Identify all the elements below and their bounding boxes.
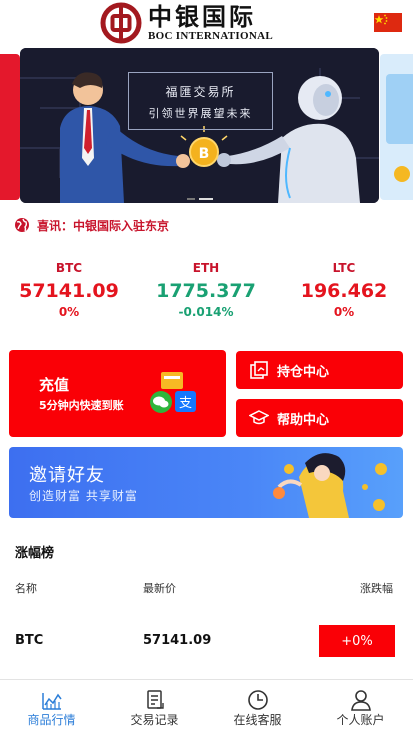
tab-support[interactable]: 在线客服: [206, 680, 309, 737]
bottom-tab-bar: 商品行情 交易记录 在线客服 个人账户: [0, 679, 413, 737]
tab-records[interactable]: 交易记录: [103, 680, 206, 737]
notice-label: 喜讯：: [37, 218, 74, 233]
tab-account[interactable]: 个人账户: [309, 680, 412, 737]
ticker-price: 196.462: [300, 280, 388, 302]
ticker-ltc[interactable]: LTC 196.462 0%: [275, 258, 413, 320]
column-latest-price: 最新价: [143, 582, 176, 595]
card-icon: [161, 372, 183, 389]
ticker-change: 0%: [333, 305, 355, 319]
tab-label: 个人账户: [336, 713, 385, 727]
boc-logo-mark-icon: [100, 2, 142, 44]
payment-methods-icon: 支: [150, 372, 196, 413]
svg-text:支: 支: [179, 396, 192, 411]
globe-icon: [15, 218, 29, 232]
column-name: 名称: [15, 582, 37, 595]
clock-icon: [248, 690, 268, 710]
banner-carousel[interactable]: B 福匯交易所 引领世界展望未来: [0, 46, 413, 208]
wechat-pay-icon: [150, 391, 172, 413]
logo-chinese-name: 中银国际: [148, 2, 256, 31]
tab-label: 交易记录: [130, 713, 179, 727]
logo-english-name: BOC INTERNATIONAL: [148, 30, 273, 42]
chart-icon: [42, 693, 62, 710]
help-center-button[interactable]: 帮助中心: [236, 399, 403, 437]
position-icon: [250, 361, 268, 379]
ticker-symbol: LTC: [332, 261, 356, 275]
position-center-label: 持仓中心: [277, 364, 330, 380]
news-notice[interactable]: 喜讯： 中银国际入驻东京: [14, 216, 169, 234]
invite-title: 邀请好友: [29, 465, 105, 486]
recharge-title: 充值: [39, 376, 70, 394]
ticker-btc[interactable]: BTC 57141.09 0%: [0, 258, 138, 320]
banner-tagline: 引领世界展望未来: [148, 107, 253, 120]
ticker-price: 1775.377: [156, 280, 256, 302]
tab-label: 在线客服: [233, 713, 282, 727]
prev-slide-peek: [0, 54, 20, 200]
china-flag-icon[interactable]: [374, 13, 402, 32]
row-change-badge[interactable]: +0%: [319, 625, 395, 657]
notice-text: 中银国际入驻东京: [73, 218, 170, 233]
svg-text:B: B: [199, 146, 210, 162]
app-header: 中银国际 BOC INTERNATIONAL: [0, 0, 413, 46]
ticker-eth[interactable]: ETH 1775.377 -0.014%: [137, 258, 275, 320]
banner-slide[interactable]: B 福匯交易所 引领世界展望未来: [20, 48, 379, 203]
user-icon: [351, 690, 371, 711]
carousel-dot-active[interactable]: [198, 198, 213, 200]
table-row[interactable]: BTC 57141.09 +0%: [0, 624, 413, 658]
alipay-icon: 支: [175, 391, 196, 412]
position-center-button[interactable]: 持仓中心: [236, 351, 403, 389]
price-tickers: BTC 57141.09 0% ETH 1775.377 -0.014% LTC…: [0, 258, 413, 328]
ranking-table-header: 名称 最新价 涨跌幅: [0, 580, 413, 598]
tab-market[interactable]: 商品行情: [0, 680, 103, 737]
ticker-change: -0.014%: [178, 305, 234, 319]
invite-friends-banner[interactable]: 邀请好友 创造财富 共享财富: [9, 447, 403, 518]
banner-slogan-box: 福匯交易所 引领世界展望未来: [128, 72, 273, 130]
document-icon: [147, 690, 164, 709]
recharge-button[interactable]: 充值 5分钟内快速到账 支: [9, 350, 226, 437]
boc-logo[interactable]: 中银国际 BOC INTERNATIONAL: [100, 2, 282, 44]
carousel-dots: [20, 198, 379, 200]
row-price: 57141.09: [143, 633, 212, 648]
graduation-cap-icon: [249, 410, 269, 425]
help-center-label: 帮助中心: [277, 412, 330, 428]
next-slide-peek: [380, 54, 413, 200]
ticker-symbol: ETH: [192, 261, 220, 275]
banner-headline: 福匯交易所: [165, 85, 236, 99]
ticker-change: 0%: [58, 305, 80, 319]
ticker-symbol: BTC: [55, 261, 83, 275]
ticker-price: 57141.09: [19, 280, 119, 302]
recharge-subtitle: 5分钟内快速到账: [39, 399, 124, 412]
column-change: 涨跌幅: [360, 582, 393, 595]
invite-subtitle: 创造财富 共享财富: [29, 489, 138, 503]
row-symbol: BTC: [15, 633, 44, 648]
carousel-dot[interactable]: [186, 198, 195, 200]
tab-label: 商品行情: [27, 713, 76, 727]
gainers-ranking-title: 涨幅榜: [15, 546, 55, 561]
